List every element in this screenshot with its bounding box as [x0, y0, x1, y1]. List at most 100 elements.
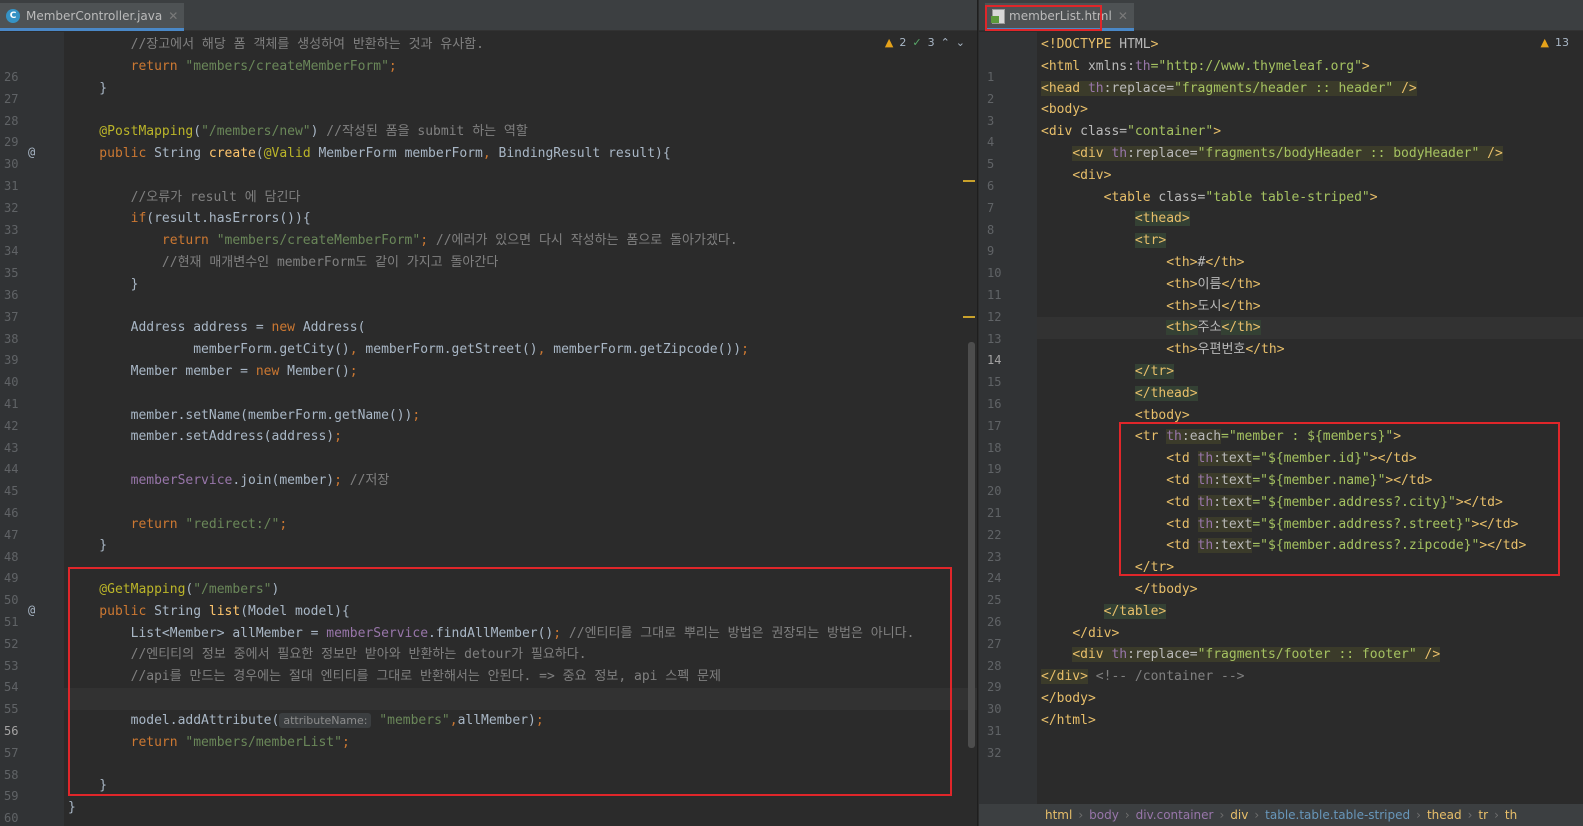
breadcrumb-item[interactable]: html [1045, 808, 1072, 822]
code-line[interactable]: memberService.join(member); //저장 [64, 470, 977, 492]
override-marker-icon[interactable]: @ [28, 603, 35, 617]
breadcrumb-item[interactable]: tr [1478, 808, 1488, 822]
code-line[interactable]: <thead> [1037, 208, 1583, 230]
code-line[interactable]: </body> [1037, 688, 1583, 710]
override-marker-icon[interactable]: @ [28, 145, 35, 159]
code-line[interactable]: //엔티티의 정보 중에서 필요한 정보만 받아와 반환하는 detour가 필… [64, 644, 977, 666]
warning-marker[interactable] [963, 316, 975, 318]
code-line[interactable]: <div> [1037, 165, 1583, 187]
code-line[interactable]: <div th:replace="fragments/bodyHeader ::… [1037, 143, 1583, 165]
code-line[interactable]: if(result.hasErrors()){ [64, 208, 977, 230]
code-line[interactable]: <td th:text="${member.address?.street}">… [1037, 514, 1583, 536]
code-line[interactable]: <td th:text="${member.address?.city}"></… [1037, 492, 1583, 514]
code-line[interactable]: </tbody> [1037, 579, 1583, 601]
breadcrumb-item[interactable]: th [1505, 808, 1517, 822]
code-line[interactable] [64, 296, 977, 318]
code-line[interactable]: return "members/createMemberForm"; [64, 56, 977, 78]
line-number: 1 [987, 70, 995, 84]
code-line[interactable]: @PostMapping("/members/new") //작성된 폼을 su… [64, 121, 977, 143]
code-line[interactable]: List<Member> allMember = memberService.f… [64, 623, 977, 645]
code-line[interactable] [64, 165, 977, 187]
java-class-icon: C [6, 8, 20, 23]
code-line[interactable]: //장고에서 해당 폼 객체를 생성하여 반환하는 것과 유사함. [64, 34, 977, 56]
code-line[interactable]: //오류가 result 에 담긴다 [64, 187, 977, 209]
inspection-widget[interactable]: ▲ 13 [1541, 36, 1569, 49]
code-token: } [68, 778, 108, 794]
code-line[interactable]: <div th:replace="fragments/footer :: foo… [1037, 644, 1583, 666]
chevron-down-icon[interactable]: ⌄ [956, 36, 965, 49]
code-line[interactable]: memberForm.getCity(), memberForm.getStre… [64, 339, 977, 361]
code-line[interactable]: } [64, 535, 977, 557]
code-line[interactable]: return "members/createMemberForm"; //에러가… [64, 230, 977, 252]
code-line[interactable]: </html> [1037, 710, 1583, 732]
code-line[interactable]: </div> <!-- /container --> [1037, 666, 1583, 688]
tab-membercontroller[interactable]: C MemberController.java ✕ [0, 3, 185, 31]
inspection-widget[interactable]: ▲ 2 ✓ 3 ⌃ ⌄ [885, 36, 965, 49]
code-line[interactable]: <th>도시</th> [1037, 296, 1583, 318]
code-line[interactable]: @GetMapping("/members") [64, 579, 977, 601]
code-line[interactable]: //현재 매개변수인 memberForm도 같이 가지고 돌아간다 [64, 252, 977, 274]
java-code-area[interactable]: //장고에서 해당 폼 객체를 생성하여 반환하는 것과 유사함. return… [64, 32, 977, 826]
code-line[interactable]: <th>#</th> [1037, 252, 1583, 274]
code-line[interactable]: <!DOCTYPE HTML> [1037, 34, 1583, 56]
breadcrumb-item[interactable]: div [1230, 808, 1248, 822]
chevron-up-icon[interactable]: ⌃ [941, 36, 950, 49]
code-line[interactable]: <tr th:each="member : ${members}"> [1037, 426, 1583, 448]
code-token: ; [388, 58, 397, 74]
code-line[interactable]: </tr> [1037, 557, 1583, 579]
tab-memberlist[interactable]: memberList.html ✕ [985, 3, 1134, 31]
code-line[interactable]: <th>주소</th> [1037, 317, 1583, 340]
code-line[interactable]: } [64, 797, 977, 819]
code-line[interactable]: } [64, 274, 977, 296]
code-line[interactable]: <tbody> [1037, 405, 1583, 427]
html-editor[interactable]: <!DOCTYPE HTML> <html xmlns:th="http://ww… [979, 32, 1583, 826]
warning-marker[interactable] [963, 180, 975, 182]
code-line[interactable]: } [64, 78, 977, 100]
code-line[interactable] [64, 99, 977, 121]
code-line[interactable] [64, 448, 977, 470]
code-line[interactable] [64, 753, 977, 775]
code-line[interactable]: </tr> [1037, 361, 1583, 383]
html-code-area[interactable]: <!DOCTYPE HTML> <html xmlns:th="http://ww… [1037, 32, 1583, 804]
code-line[interactable]: public String create(@Valid MemberForm m… [64, 143, 977, 165]
breadcrumb-item[interactable]: table.table.table-striped [1265, 808, 1410, 822]
breadcrumb-item[interactable]: body [1089, 808, 1119, 822]
code-line[interactable]: public String list(Model model){ [64, 601, 977, 623]
code-line[interactable]: <th>우편번호</th> [1037, 339, 1583, 361]
code-line[interactable] [64, 492, 977, 514]
close-icon[interactable]: ✕ [1118, 9, 1128, 23]
code-line[interactable]: <td th:text="${member.address?.zipcode}"… [1037, 535, 1583, 557]
vertical-scrollbar[interactable] [968, 342, 975, 748]
code-line[interactable]: </div> [1037, 623, 1583, 645]
code-line[interactable] [64, 383, 977, 405]
code-line[interactable]: <td th:text="${member.name}"></td> [1037, 470, 1583, 492]
code-line[interactable]: <body> [1037, 99, 1583, 121]
line-number: 57 [4, 745, 19, 760]
code-line[interactable]: <tr> [1037, 230, 1583, 252]
code-line[interactable]: Address address = new Address( [64, 317, 977, 339]
code-line[interactable]: <html xmlns:th="http://www.thymeleaf.org… [1037, 56, 1583, 78]
code-line[interactable]: </table> [1037, 601, 1583, 623]
code-line[interactable]: } [64, 775, 977, 797]
code-line[interactable]: <div class="container"> [1037, 121, 1583, 143]
code-line[interactable]: </thead> [1037, 383, 1583, 405]
code-line[interactable]: <table class="table table-striped"> [1037, 187, 1583, 209]
code-line[interactable] [64, 557, 977, 579]
breadcrumb-item[interactable]: thead [1427, 808, 1462, 822]
code-line[interactable]: model.addAttribute(attributeName: "membe… [64, 710, 977, 732]
code-line[interactable]: member.setName(memberForm.getName()); [64, 405, 977, 427]
code-line[interactable]: Member member = new Member(); [64, 361, 977, 383]
code-line[interactable]: <head th:replace="fragments/header :: he… [1037, 78, 1583, 100]
breadcrumb-item[interactable]: div.container [1136, 808, 1214, 822]
code-line[interactable]: member.setAddress(address); [64, 426, 977, 448]
java-editor[interactable]: //장고에서 해당 폼 객체를 생성하여 반환하는 것과 유사함. return… [0, 32, 977, 826]
code-line[interactable]: //api를 만드는 경우에는 절대 엔티티를 그대로 반환해서는 안된다. =… [64, 666, 977, 688]
code-token: allMember) [457, 712, 536, 728]
code-line[interactable]: return "members/memberList"; [64, 732, 977, 754]
code-token: memberForm.getStreet() [365, 342, 538, 358]
close-icon[interactable]: ✕ [168, 9, 178, 23]
code-line[interactable] [64, 688, 977, 710]
code-line[interactable]: <th>이름</th> [1037, 274, 1583, 296]
code-line[interactable]: return "redirect:/"; [64, 514, 977, 536]
code-line[interactable]: <td th:text="${member.id}"></td> [1037, 448, 1583, 470]
